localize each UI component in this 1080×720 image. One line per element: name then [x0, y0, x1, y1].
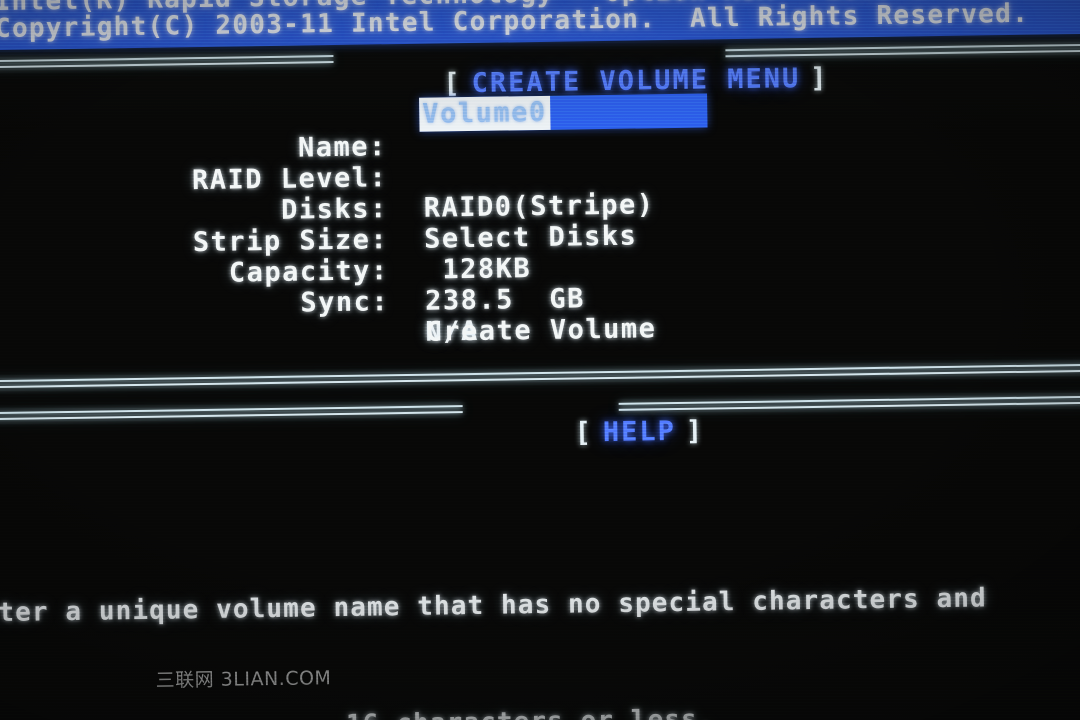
help-title-label: HELP [602, 415, 677, 449]
menu-header-rule-left [0, 55, 334, 69]
help-title-open-bracket: [ [574, 417, 594, 449]
create-volume-button[interactable]: Create Volume [425, 313, 656, 347]
help-section-title: [HELP] [464, 391, 704, 476]
name-input-value: Volume0 [419, 95, 551, 132]
name-input[interactable]: Volume0 [419, 93, 708, 132]
screen-content: Intel(R) Rapid Storage Technology - Opti… [0, 0, 1080, 720]
help-text-line-1: nter a unique volume name that has no sp… [0, 583, 987, 629]
help-text-line-2: 16 characters or less. [0, 695, 1080, 720]
watermark: 三联网 3LIAN.COM [155, 667, 332, 692]
bios-screen: Intel(R) Rapid Storage Technology - Opti… [0, 0, 1080, 720]
section-divider-rule [0, 364, 1080, 390]
menu-title-close-bracket: ] [810, 62, 829, 94]
help-header-rule-left [0, 405, 463, 421]
menu-title-open-bracket: [ [443, 68, 462, 100]
help-title-close-bracket: ] [685, 415, 705, 447]
create-volume-form: Name: Volume0 RAID Level: RAID0(Stripe) … [0, 90, 1080, 348]
